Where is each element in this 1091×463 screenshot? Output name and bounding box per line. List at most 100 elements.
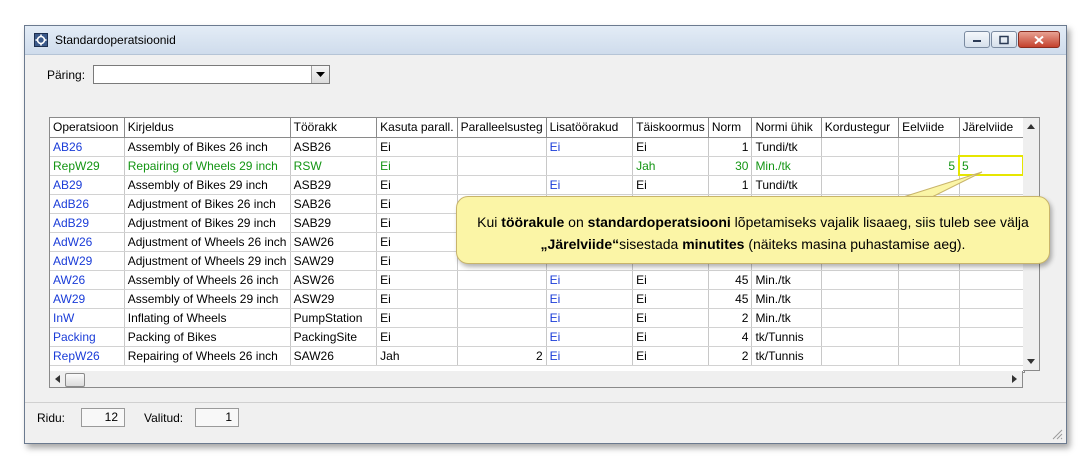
column-header[interactable]: Operatsioon bbox=[50, 118, 125, 138]
table-cell-cell[interactable]: PumpStation bbox=[290, 308, 378, 328]
table-cell-factor[interactable] bbox=[821, 308, 900, 328]
query-dropdown[interactable] bbox=[93, 65, 330, 84]
table-cell-parallel[interactable]: Ei bbox=[376, 308, 458, 328]
table-cell-post[interactable] bbox=[959, 175, 1024, 195]
table-cell-extra[interactable]: Ei bbox=[546, 175, 634, 195]
table-cell-unit[interactable]: tk/Tunnis bbox=[751, 346, 822, 366]
table-cell-full[interactable]: Ei bbox=[632, 175, 709, 195]
table-cell-degree[interactable] bbox=[457, 137, 547, 157]
table-cell-full[interactable]: Jah bbox=[632, 156, 709, 176]
table-cell-cell[interactable]: SAW26 bbox=[290, 232, 378, 252]
table-row[interactable]: AW29 Assembly of Wheels 29 inch ASW29 Ei Ei E… bbox=[50, 289, 1024, 309]
table-cell-factor[interactable] bbox=[821, 327, 900, 347]
table-cell-desc[interactable]: Adjustment of Bikes 26 inch bbox=[124, 194, 291, 214]
table-cell-extra[interactable]: Ei bbox=[546, 270, 634, 290]
table-cell-norm[interactable]: 1 bbox=[708, 137, 753, 157]
table-cell-degree[interactable] bbox=[457, 289, 547, 309]
table-cell-cell[interactable]: PackingSite bbox=[290, 327, 378, 347]
table-cell-degree[interactable] bbox=[457, 308, 547, 328]
table-cell-degree[interactable]: 2 bbox=[457, 346, 547, 366]
table-cell-norm[interactable]: 1 bbox=[708, 175, 753, 195]
table-cell-pre[interactable] bbox=[898, 270, 960, 290]
table-cell-desc[interactable]: Packing of Bikes bbox=[124, 327, 291, 347]
table-cell-cell[interactable]: ASW26 bbox=[290, 270, 378, 290]
table-cell-unit[interactable]: tk/Tunnis bbox=[751, 327, 822, 347]
table-row[interactable]: AB29 Assembly of Bikes 29 inch ASB29 Ei Ei Ei… bbox=[50, 175, 1024, 195]
table-cell-extra[interactable]: Ei bbox=[546, 289, 634, 309]
table-cell-parallel[interactable]: Ei bbox=[376, 137, 458, 157]
column-header[interactable]: Järelviide bbox=[959, 118, 1024, 138]
scroll-down-icon[interactable] bbox=[1027, 359, 1035, 364]
table-cell-degree[interactable] bbox=[457, 327, 547, 347]
table-cell-desc[interactable]: Assembly of Bikes 29 inch bbox=[124, 175, 291, 195]
scroll-up-icon[interactable] bbox=[1027, 124, 1035, 129]
table-cell-full[interactable]: Ei bbox=[632, 308, 709, 328]
table-cell-unit[interactable]: Min./tk bbox=[751, 156, 822, 176]
scroll-left-icon[interactable] bbox=[55, 375, 60, 383]
table-cell-factor[interactable] bbox=[821, 156, 900, 176]
table-cell-code[interactable]: InW bbox=[50, 308, 125, 328]
table-cell-post[interactable] bbox=[959, 289, 1024, 309]
table-cell-parallel[interactable]: Ei bbox=[376, 194, 458, 214]
table-cell-unit[interactable]: Min./tk bbox=[751, 270, 822, 290]
table-cell-parallel[interactable]: Ei bbox=[376, 327, 458, 347]
table-cell-parallel[interactable]: Ei bbox=[376, 156, 458, 176]
table-cell-factor[interactable] bbox=[821, 289, 900, 309]
column-header[interactable]: Kirjeldus bbox=[124, 118, 291, 138]
table-cell-cell[interactable]: SAW26 bbox=[290, 346, 378, 366]
table-cell-desc[interactable]: Assembly of Wheels 29 inch bbox=[124, 289, 291, 309]
table-cell-norm[interactable]: 2 bbox=[708, 308, 753, 328]
table-cell-code[interactable]: RepW26 bbox=[50, 346, 125, 366]
horizontal-scrollbar[interactable] bbox=[49, 371, 1023, 388]
table-row[interactable]: RepW26 Repairing of Wheels 26 inch SAW26 Ja… bbox=[50, 346, 1024, 366]
table-row[interactable]: InW Inflating of Wheels PumpStation Ei Ei Ei 2… bbox=[50, 308, 1024, 328]
table-cell-extra[interactable]: Ei bbox=[546, 327, 634, 347]
table-cell-factor[interactable] bbox=[821, 346, 900, 366]
table-cell-cell[interactable]: SAB26 bbox=[290, 194, 378, 214]
table-cell-cell[interactable]: ASB26 bbox=[290, 137, 378, 157]
table-cell-unit[interactable]: Tundi/tk bbox=[751, 137, 822, 157]
table-cell-code[interactable]: AW26 bbox=[50, 270, 125, 290]
table-cell-desc[interactable]: Adjustment of Wheels 26 inch bbox=[124, 232, 291, 252]
column-header[interactable]: Norm bbox=[708, 118, 753, 138]
table-cell-norm[interactable]: 2 bbox=[708, 346, 753, 366]
table-cell-pre[interactable] bbox=[898, 327, 960, 347]
scroll-right-icon[interactable] bbox=[1012, 375, 1017, 383]
table-cell-desc[interactable]: Adjustment of Wheels 29 inch bbox=[124, 251, 291, 271]
column-header[interactable]: Kasuta parall. bbox=[376, 118, 458, 138]
table-cell-extra[interactable]: Ei bbox=[546, 308, 634, 328]
column-header[interactable]: Eelviide bbox=[898, 118, 960, 138]
table-cell-post[interactable] bbox=[959, 137, 1024, 157]
table-cell-code[interactable]: AdB26 bbox=[50, 194, 125, 214]
table-cell-factor[interactable] bbox=[821, 270, 900, 290]
table-cell-code[interactable]: AW29 bbox=[50, 289, 125, 309]
table-cell-parallel[interactable]: Ei bbox=[376, 289, 458, 309]
table-cell-unit[interactable]: Tundi/tk bbox=[751, 175, 822, 195]
table-cell-cell[interactable]: RSW bbox=[290, 156, 378, 176]
table-cell-factor[interactable] bbox=[821, 137, 900, 157]
table-cell-code[interactable]: AB26 bbox=[50, 137, 125, 157]
table-cell-pre[interactable] bbox=[898, 137, 960, 157]
table-cell-norm[interactable]: 4 bbox=[708, 327, 753, 347]
column-header[interactable]: Töörakk bbox=[290, 118, 378, 138]
table-cell-pre[interactable] bbox=[898, 308, 960, 328]
table-cell-parallel[interactable]: Ei bbox=[376, 251, 458, 271]
table-cell-unit[interactable]: Min./tk bbox=[751, 308, 822, 328]
table-cell-pre[interactable] bbox=[898, 175, 960, 195]
column-header[interactable]: Lisatöörakud bbox=[546, 118, 634, 138]
table-cell-code[interactable]: AdW26 bbox=[50, 232, 125, 252]
query-dropdown-button[interactable] bbox=[311, 66, 329, 83]
table-cell-desc[interactable]: Assembly of Bikes 26 inch bbox=[124, 137, 291, 157]
table-cell-code[interactable]: RepW29 bbox=[50, 156, 125, 176]
table-cell-post[interactable] bbox=[959, 270, 1024, 290]
table-cell-code[interactable]: AdB29 bbox=[50, 213, 125, 233]
close-button[interactable] bbox=[1018, 31, 1060, 48]
table-cell-post[interactable] bbox=[959, 308, 1024, 328]
table-cell-code[interactable]: Packing bbox=[50, 327, 125, 347]
column-header[interactable]: Normi ühik bbox=[751, 118, 822, 138]
table-cell-extra[interactable] bbox=[546, 156, 634, 176]
table-cell-unit[interactable]: Min./tk bbox=[751, 289, 822, 309]
table-cell-pre[interactable]: 5 bbox=[898, 156, 960, 176]
table-cell-code[interactable]: AdW29 bbox=[50, 251, 125, 271]
table-cell-post[interactable] bbox=[959, 346, 1024, 366]
